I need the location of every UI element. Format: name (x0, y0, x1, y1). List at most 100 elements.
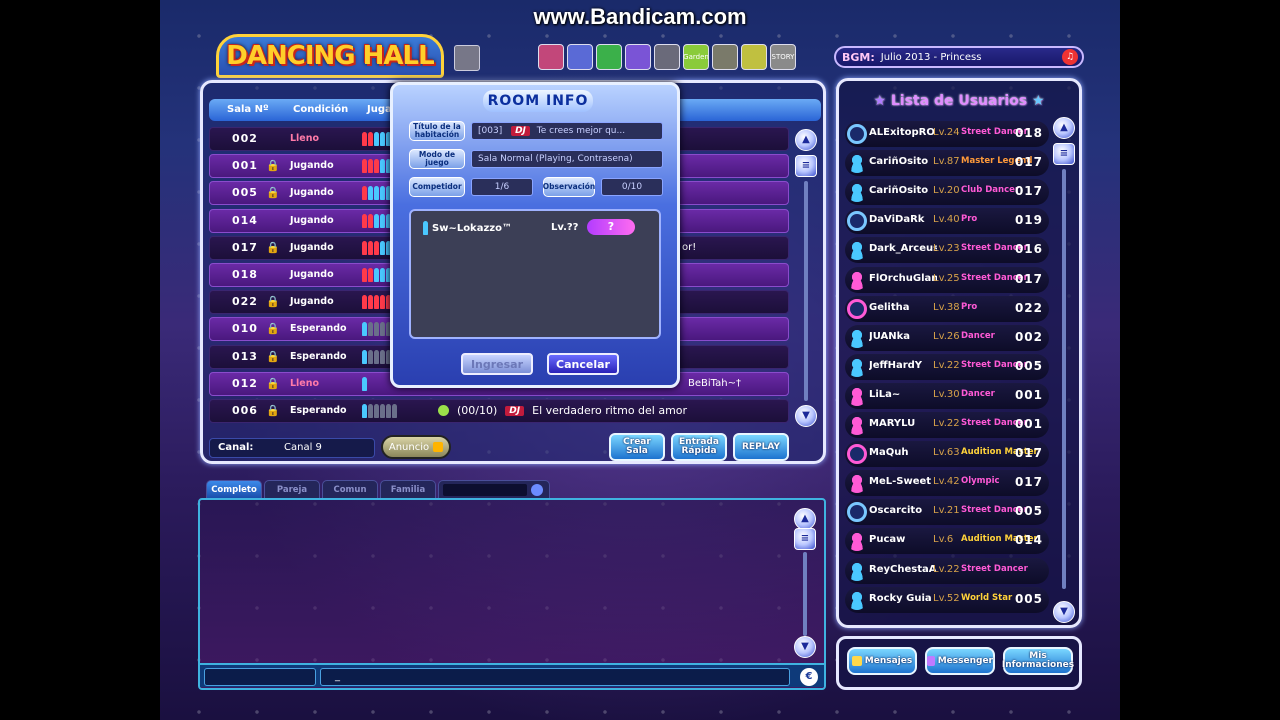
icon-story[interactable]: STORY (770, 44, 796, 70)
room-number: 012 (232, 376, 258, 390)
user-row[interactable]: MARYLU Lv.22 Street Dancer 001 (845, 412, 1049, 438)
room-number: 022 (232, 295, 258, 309)
top-icon-bar: Garden STORY (538, 44, 796, 70)
player-slot-icon (362, 132, 367, 146)
user-name: Pucaw (869, 534, 906, 546)
lock-icon: 🔒 (266, 322, 280, 336)
user-row[interactable]: CariñOsito Lv.87 Master Legend 017 (845, 150, 1049, 177)
user-room: 001 (1014, 387, 1043, 402)
user-level: Lv.42 (933, 476, 960, 488)
user-list-title: ★ Lista de Usuarios ★ (873, 93, 1045, 109)
icon-3[interactable] (596, 44, 622, 70)
icon-1[interactable] (538, 44, 564, 70)
anuncio-button[interactable]: Anuncio (381, 435, 451, 459)
user-row[interactable]: Pucaw Lv.6 Audition Master 014 (845, 528, 1049, 555)
icon-garden[interactable]: Garden (683, 44, 709, 70)
user-avatar-icon (847, 182, 867, 203)
player-slot-icon (362, 295, 367, 310)
user-level: Lv.25 (933, 272, 960, 284)
ingresar-button[interactable]: Ingresar (461, 353, 533, 375)
player-slot-icon (368, 322, 373, 337)
user-avatar-icon (847, 502, 867, 523)
chat-scroll-down-icon[interactable]: ▼ (794, 636, 816, 658)
user-level: Lv.24 (933, 127, 960, 138)
user-name: MaQuh (869, 447, 909, 459)
user-row[interactable]: MeL-Sweet Lv.42 Olympic 017 (845, 470, 1049, 497)
user-level: Lv.40 (933, 214, 960, 226)
user-row[interactable]: ReyChestaAL Lv.22 Street Dancer (845, 557, 1049, 584)
user-scroll-up-icon[interactable]: ▲ (1053, 117, 1075, 139)
player-entry[interactable]: Sw~Lokazzo™ (423, 221, 512, 235)
user-scrollbar[interactable] (1062, 169, 1066, 589)
player-slot-icon (362, 213, 367, 228)
user-title: Pro (961, 214, 978, 225)
player-slot-icon (362, 322, 367, 337)
user-name: Oscarcito (869, 505, 923, 517)
user-level: Lv.20 (933, 185, 960, 197)
user-name: MeL-Sweet (869, 476, 932, 488)
crear-sala-button[interactable]: Crear Sala (609, 433, 665, 461)
user-row[interactable]: LiLa~ Lv.30 Dancer 001 (845, 382, 1049, 409)
user-scroll-down-icon[interactable]: ▼ (1053, 601, 1075, 623)
mensajes-button[interactable]: Mensajes (847, 647, 917, 675)
replay-button[interactable]: REPLAY (733, 433, 789, 461)
room-title-field: [003] DJ Te crees mejor qu... (471, 122, 663, 140)
chat-filter[interactable] (438, 480, 550, 500)
lock-icon: 🔒 (266, 349, 280, 363)
player-slot-icon (368, 132, 373, 146)
chat-send-icon[interactable]: € (800, 668, 818, 686)
user-room: 002 (1014, 329, 1043, 344)
chat-tab-familia[interactable]: Familia (380, 480, 436, 500)
user-scroll-menu-icon[interactable]: ≡ (1053, 143, 1075, 165)
chat-tab-completo[interactable]: Completo (206, 480, 262, 500)
user-avatar-icon (847, 415, 867, 435)
room-row[interactable]: 006 🔒 Esperando (00/10) DJ El verdadero ri… (209, 399, 789, 423)
chat-tab-pareja[interactable]: Pareja (264, 480, 320, 500)
user-row[interactable]: Gelitha Lv.38 Pro 022 (845, 295, 1049, 322)
messenger-button[interactable]: Messenger (925, 647, 995, 675)
user-row[interactable]: Dark_Arceus Lv.23 Street Dancer 016 (845, 237, 1049, 264)
user-row[interactable]: MaQuh Lv.63 Audition Master 017 (845, 441, 1049, 468)
competidor-field: 1/6 (471, 178, 533, 196)
bgm-toggle-icon[interactable]: ♫ (1062, 49, 1078, 65)
chat-tab-comun[interactable]: Comun (322, 480, 378, 500)
icon-2[interactable] (567, 44, 593, 70)
bgm-label: BGM: (842, 50, 875, 64)
player-slot-icon (380, 240, 385, 255)
canal-value: Canal 9 (284, 442, 322, 453)
room-scrollbar[interactable] (804, 181, 808, 401)
room-title: BeBiTah~† (688, 377, 741, 389)
room-scroll-down-icon[interactable]: ▼ (795, 405, 817, 427)
user-row[interactable]: Oscarcito Lv.21 Street Dancer 005 (845, 499, 1049, 526)
chat-input[interactable]: _ (320, 668, 790, 686)
cancelar-button[interactable]: Cancelar (547, 353, 619, 375)
icon-8[interactable] (741, 44, 767, 70)
user-row[interactable]: ALExitopRO Lv.24 Street Dancer 018 (845, 121, 1049, 147)
room-number: 006 (232, 404, 258, 417)
star-icon: ★ (873, 93, 886, 109)
chat-scrollbar[interactable] (803, 552, 807, 636)
user-row[interactable]: FlOrchuGlamhLv.25Street Dancer017 (845, 266, 1049, 293)
chat-target-field[interactable] (204, 668, 316, 686)
room-condition: Jugando (290, 187, 334, 199)
icon-5[interactable] (654, 44, 680, 70)
chat-filter-icon[interactable] (531, 484, 543, 496)
user-row[interactable]: Rocky Guia Lv.52 World Star 005 (845, 586, 1049, 613)
chat-filter-field[interactable] (443, 484, 527, 496)
user-row[interactable]: JUANka Lv.26 Dancer 002 (845, 324, 1049, 351)
entrada-rapida-button[interactable]: Entrada Rápida (671, 433, 727, 461)
user-room: 017 (1014, 155, 1043, 170)
family-button[interactable] (454, 45, 480, 71)
player-name: Sw~Lokazzo™ (432, 222, 512, 234)
user-row[interactable]: DaViDaRk Lv.40 Pro 019 (845, 208, 1049, 235)
chat-scroll-up-icon[interactable]: ▲ (794, 508, 816, 530)
room-scroll-up-icon[interactable]: ▲ (795, 129, 817, 151)
user-row[interactable]: JeffHardY Lv.22 Street Dancer 005 (845, 353, 1049, 380)
chat-scroll-menu-icon[interactable]: ≡ (794, 528, 816, 550)
user-avatar-icon (847, 269, 867, 290)
icon-7[interactable] (712, 44, 738, 70)
mis-informaciones-button[interactable]: Mis Informaciones (1002, 647, 1074, 675)
user-row[interactable]: CariñOsito Lv.20 Club Dancer 017 (845, 179, 1049, 206)
icon-4[interactable] (625, 44, 651, 70)
room-scroll-menu-icon[interactable]: ≡ (795, 155, 817, 177)
